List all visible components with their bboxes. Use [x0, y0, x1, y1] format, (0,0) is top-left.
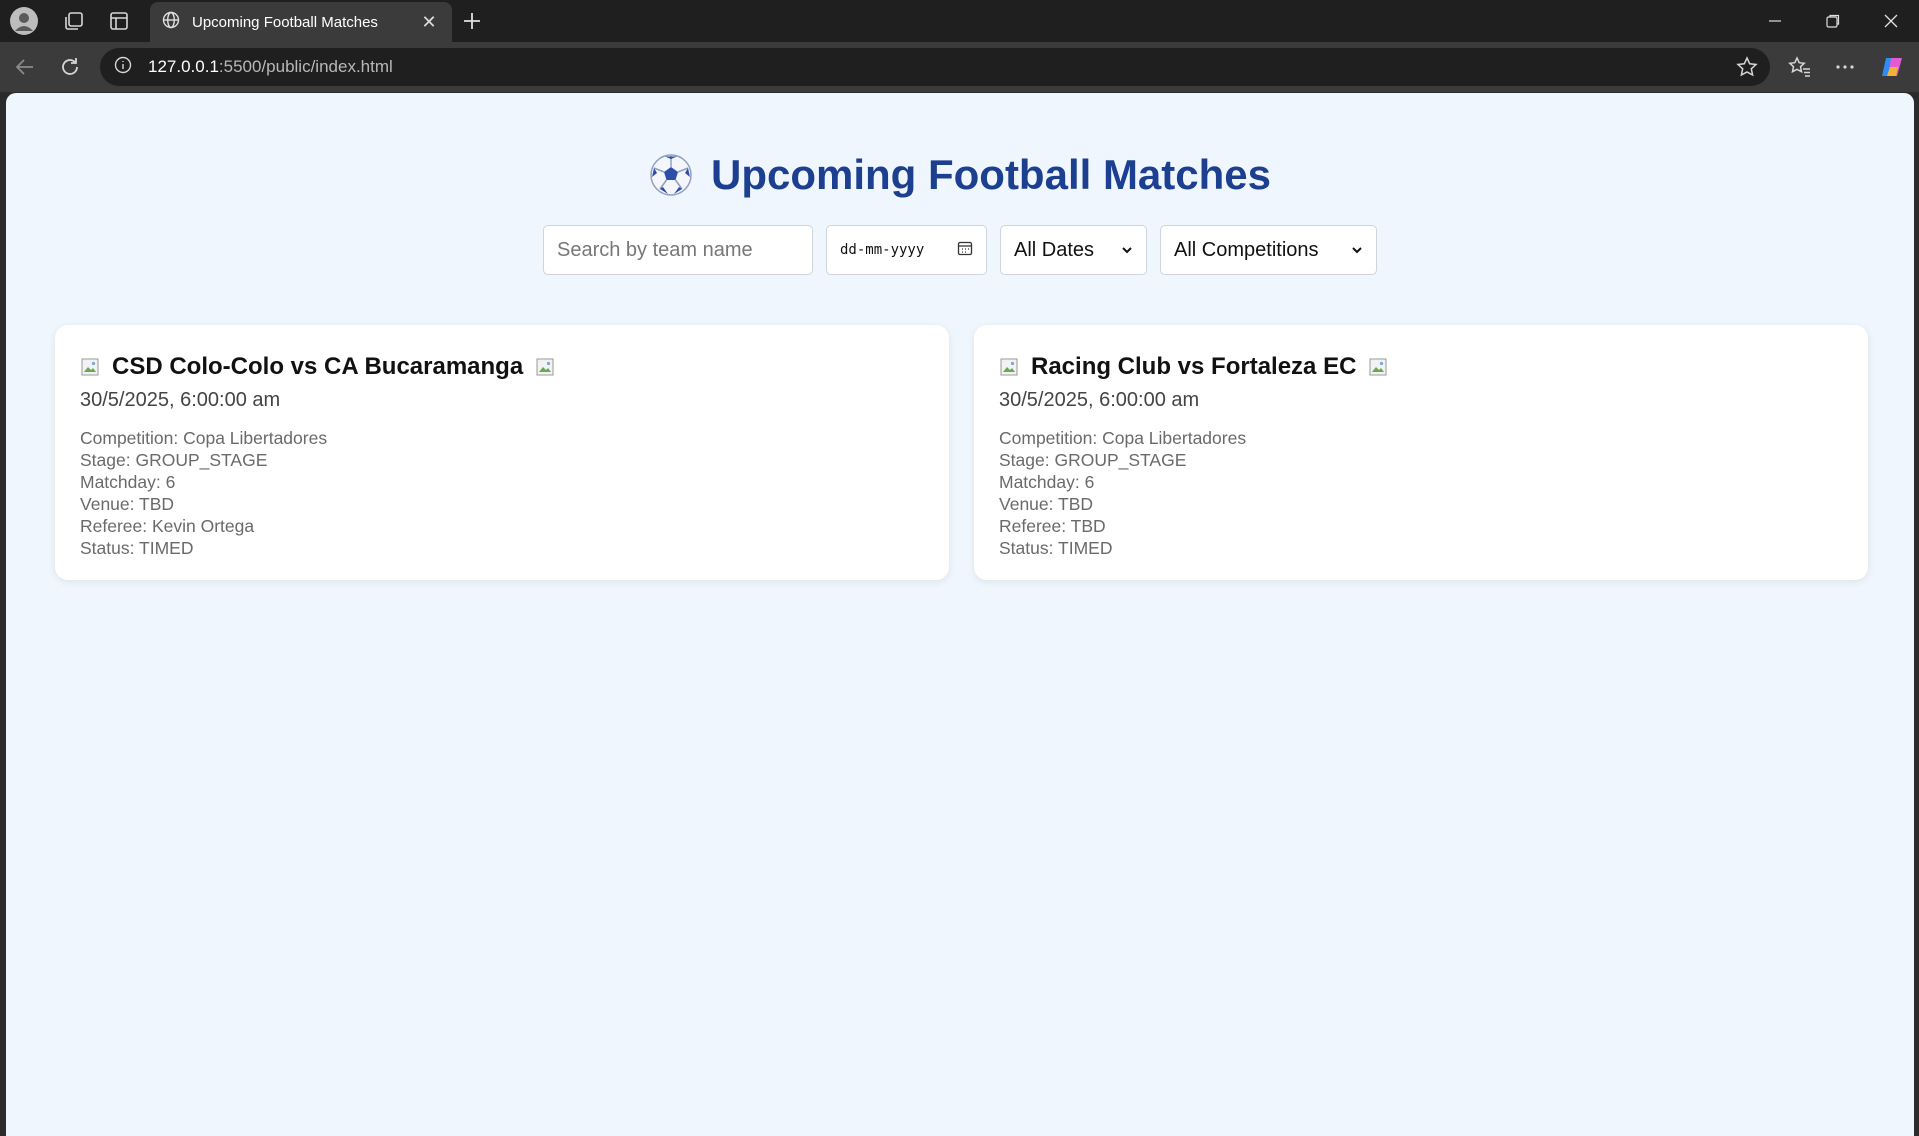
match-datetime: 30/5/2025, 6:00:00 am: [999, 389, 1200, 411]
more-menu-icon[interactable]: [1828, 50, 1862, 84]
browser-toolbar: 127.0.0.1:5500/public/index.html: [0, 42, 1919, 92]
match-stage: Stage: GROUP_STAGE: [80, 450, 268, 470]
home-team-crest-icon: [80, 357, 100, 377]
url-path: :5500/public/index.html: [218, 57, 393, 76]
reload-icon[interactable]: [53, 50, 87, 84]
globe-icon: [162, 11, 180, 33]
competitions-select[interactable]: All Competitions: [1160, 225, 1377, 275]
filter-bar: Search by team name dd-mm-yyyy All Dates…: [543, 225, 1377, 275]
match-card: CSD Colo-Colo vs CA Bucaramanga 30/5/202…: [55, 325, 949, 580]
site-info-icon[interactable]: [114, 56, 132, 79]
favorite-star-icon[interactable]: [1736, 56, 1758, 83]
page-title: Upcoming Football Matches: [710, 151, 1272, 198]
match-status: Status: TIMED: [80, 538, 194, 558]
tab-title: Upcoming Football Matches: [192, 13, 378, 31]
match-title: Racing Club vs Fortaleza EC: [1031, 353, 1357, 380]
soccer-ball-icon: [649, 153, 693, 197]
tab-actions-icon[interactable]: [99, 4, 139, 38]
match-status: Status: TIMED: [999, 538, 1113, 558]
match-venue: Venue: TBD: [80, 494, 175, 514]
back-arrow-icon[interactable]: [8, 50, 42, 84]
date-placeholder: dd-mm-yyyy: [840, 242, 925, 258]
competitions-select-value: All Competitions: [1174, 238, 1319, 261]
match-matchday: Matchday: 6: [999, 472, 1095, 492]
copilot-icon[interactable]: [1876, 50, 1910, 84]
search-placeholder: Search by team name: [557, 238, 753, 261]
match-list: CSD Colo-Colo vs CA Bucaramanga 30/5/202…: [55, 325, 1868, 580]
favorites-icon[interactable]: [1783, 50, 1817, 84]
url-host: 127.0.0.1: [148, 57, 219, 76]
tab-close-icon[interactable]: ✕: [418, 12, 440, 33]
page-heading: Upcoming Football Matches: [6, 151, 1914, 199]
match-datetime: 30/5/2025, 6:00:00 am: [80, 389, 281, 411]
minimize-icon[interactable]: [1746, 0, 1804, 42]
close-window-icon[interactable]: [1862, 0, 1919, 42]
match-competition: Competition: Copa Libertadores: [999, 428, 1247, 448]
dates-select-value: All Dates: [1014, 238, 1095, 261]
match-competition: Competition: Copa Libertadores: [80, 428, 328, 448]
match-venue: Venue: TBD: [999, 494, 1094, 514]
date-input[interactable]: dd-mm-yyyy: [826, 225, 987, 275]
match-details: Competition: Copa Libertadores Stage: GR…: [999, 427, 1843, 559]
page-viewport: Upcoming Football Matches Search by team…: [6, 93, 1914, 1136]
browser-tab-active[interactable]: Upcoming Football Matches ✕: [150, 2, 452, 42]
restore-icon[interactable]: [1804, 0, 1862, 42]
home-team-crest-icon: [999, 357, 1019, 377]
away-team-crest-icon: [1368, 357, 1388, 377]
away-team-crest-icon: [535, 357, 555, 377]
match-referee: Referee: Kevin Ortega: [80, 516, 255, 536]
workspaces-icon[interactable]: [54, 4, 94, 38]
match-details: Competition: Copa Libertadores Stage: GR…: [80, 427, 924, 559]
match-referee: Referee: TBD: [999, 516, 1106, 536]
profile-avatar-icon[interactable]: [4, 4, 44, 38]
match-stage: Stage: GROUP_STAGE: [999, 450, 1187, 470]
team-search-input[interactable]: Search by team name: [543, 225, 813, 275]
dates-select[interactable]: All Dates: [1000, 225, 1147, 275]
chevron-down-icon: [1121, 239, 1133, 262]
calendar-icon[interactable]: [957, 240, 973, 260]
tab-strip: Upcoming Football Matches ✕: [0, 0, 1919, 42]
match-matchday: Matchday: 6: [80, 472, 176, 492]
match-card: Racing Club vs Fortaleza EC 30/5/2025, 6…: [974, 325, 1868, 580]
new-tab-icon[interactable]: [452, 4, 492, 38]
chevron-down-icon: [1351, 239, 1363, 262]
match-title: CSD Colo-Colo vs CA Bucaramanga: [112, 353, 524, 380]
address-bar[interactable]: 127.0.0.1:5500/public/index.html: [100, 48, 1770, 86]
